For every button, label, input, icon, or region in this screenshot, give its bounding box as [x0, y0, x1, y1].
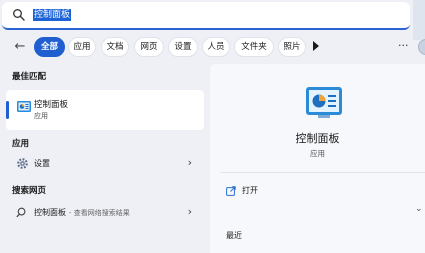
open-label: 打开: [242, 186, 258, 195]
list-item-label: 设置: [34, 159, 50, 168]
preview-subtitle: 应用: [310, 149, 325, 158]
preview-title: 控制面板: [295, 132, 340, 145]
tab-all[interactable]: 全部: [34, 37, 65, 57]
tab-web[interactable]: 网页: [134, 37, 164, 57]
gear-icon: [17, 158, 28, 169]
preview-pane: 控制面板 应用 打开 ⌄ 最近: [210, 64, 425, 253]
tab-photos[interactable]: 照片: [278, 37, 306, 57]
apps-header: 应用: [12, 139, 30, 149]
filter-bar: ← 全部 应用 文档 网页 设置 人员 文件夹 照片 ···: [0, 36, 425, 58]
search-box[interactable]: 控制面板: [2, 2, 410, 30]
best-match-subtitle: 应用: [34, 112, 48, 120]
window-edge: [413, 0, 425, 40]
list-item-label: 控制面板 - 查看网络搜索结果: [34, 208, 130, 217]
best-match-title: 控制面板: [34, 100, 69, 110]
chevron-down-icon[interactable]: ⌄: [415, 204, 423, 214]
tab-people[interactable]: 人员: [202, 37, 230, 57]
web-search-header: 搜索网页: [12, 186, 47, 196]
recent-header: 最近: [226, 231, 242, 240]
chevron-right-icon[interactable]: ›: [188, 205, 192, 219]
avatar[interactable]: [418, 39, 425, 55]
web-search-hint: - 查看网络搜索结果: [69, 209, 130, 217]
best-match-header: 最佳匹配: [12, 72, 47, 82]
divider: [220, 172, 425, 173]
back-button[interactable]: ←: [12, 39, 28, 55]
tab-settings[interactable]: 设置: [168, 37, 198, 57]
control-panel-icon: [17, 101, 31, 112]
tab-apps[interactable]: 应用: [68, 37, 96, 57]
chevron-right-icon[interactable]: ›: [188, 156, 192, 170]
search-icon: [13, 9, 25, 21]
more-filters-arrow-icon[interactable]: [313, 41, 319, 51]
tab-documents[interactable]: 文档: [101, 37, 129, 57]
open-icon: [226, 186, 236, 196]
list-item-web-search[interactable]: 控制面板 - 查看网络搜索结果 ›: [6, 204, 204, 222]
best-match-item[interactable]: 控制面板 应用: [6, 90, 204, 130]
search-query-text[interactable]: 控制面板: [33, 9, 72, 21]
list-item-settings[interactable]: 设置 ›: [6, 155, 204, 173]
tab-folders[interactable]: 文件夹: [234, 37, 274, 57]
control-panel-icon: [306, 87, 342, 118]
selection-indicator: [6, 101, 9, 119]
more-options-button[interactable]: ···: [398, 38, 409, 54]
search-icon: [16, 207, 26, 218]
